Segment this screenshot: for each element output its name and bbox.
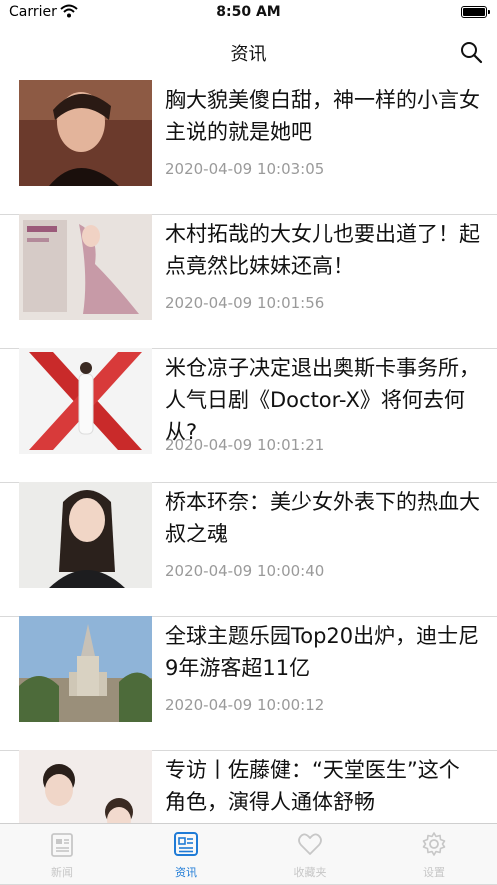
page-title: 资讯 — [230, 44, 267, 65]
tab-label: 新闻 — [51, 866, 73, 879]
tab-label: 设置 — [423, 866, 445, 879]
news-date: 2020-04-09 10:03:05 — [165, 160, 325, 178]
news-thumbnail — [19, 214, 152, 320]
newspaper-icon — [51, 833, 73, 857]
heart-icon — [298, 833, 322, 855]
search-icon[interactable] — [459, 40, 483, 64]
news-headline: 专访丨佐藤健：“天堂医生”这个角色，演得人通体舒畅 — [165, 758, 460, 814]
news-thumbnail — [19, 616, 152, 722]
news-date: 2020-04-09 10:00:40 — [165, 562, 325, 580]
navigation-bar: 资讯 — [0, 26, 497, 76]
clock: 8:50 AM — [216, 4, 281, 20]
tab-settings[interactable]: 设置 — [372, 830, 496, 880]
tab-label: 资讯 — [175, 866, 197, 879]
news-headline: 桥本环奈：美少女外表下的热血大叔之魂 — [165, 490, 480, 546]
news-item[interactable]: 胸大貌美傻白甜，神一样的小言女主说的就是她吧 2020-04-09 10:03:… — [0, 80, 497, 215]
news-date: 2020-04-09 10:01:21 — [165, 436, 325, 454]
news-item[interactable]: 全球主题乐园Top20出炉，迪士尼9年游客超11亿 2020-04-09 10:… — [0, 616, 497, 751]
news-date: 2020-04-09 10:01:56 — [165, 294, 325, 312]
news-date: 2020-04-09 10:00:12 — [165, 696, 325, 714]
news-thumbnail — [19, 80, 152, 186]
news-list-icon — [174, 832, 198, 856]
gear-icon — [422, 832, 446, 856]
news-item[interactable]: 桥本环奈：美少女外表下的热血大叔之魂 2020-04-09 10:00:40 — [0, 482, 497, 617]
news-thumbnail — [19, 482, 152, 588]
news-headline: 胸大貌美傻白甜，神一样的小言女主说的就是她吧 — [165, 88, 480, 144]
news-thumbnail — [19, 348, 152, 454]
news-headline: 米仓凉子决定退出奥斯卡事务所，人气日剧《Doctor-X》将何去何从? — [165, 356, 480, 444]
news-item[interactable]: 木村拓哉的大女儿也要出道了！起点竟然比妹妹还高！ 2020-04-09 10:0… — [0, 214, 497, 349]
tab-favorites[interactable]: 收藏夹 — [248, 830, 372, 880]
status-bar: Carrier 8:50 AM — [0, 0, 497, 26]
news-headline: 木村拓哉的大女儿也要出道了！起点竟然比妹妹还高！ — [165, 222, 480, 278]
news-item[interactable]: 米仓凉子决定退出奥斯卡事务所，人气日剧《Doctor-X》将何去何从? 2020… — [0, 348, 497, 483]
tab-info[interactable]: 资讯 — [124, 830, 248, 880]
battery-icon — [461, 6, 490, 18]
tab-bar: 新闻 资讯 收藏夹 设置 — [0, 823, 497, 884]
news-headline: 全球主题乐园Top20出炉，迪士尼9年游客超11亿 — [165, 624, 480, 680]
tab-news[interactable]: 新闻 — [0, 830, 124, 880]
tab-label: 收藏夹 — [293, 866, 327, 879]
